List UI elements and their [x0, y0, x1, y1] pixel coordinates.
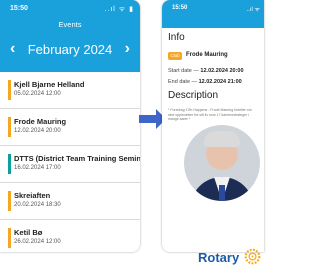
- event-color-tag: [8, 117, 11, 137]
- event-detail-phone-screen: 15:50 ..ıl ᯤ Info Club Frode Mauring Sta…: [162, 0, 264, 252]
- description-text: * Foredrag 17th Happens - Frode Mauring …: [168, 108, 252, 121]
- rotary-wheel-icon: [244, 248, 261, 265]
- rotary-logo-text: Rotary: [198, 250, 240, 265]
- list-item[interactable]: Skreiaften 20.02.2024 18:30: [0, 183, 140, 220]
- list-item[interactable]: Kjell Bjarne Helland 05.02.2024 12:00: [0, 72, 140, 109]
- status-time: 15:50: [10, 5, 28, 12]
- event-color-tag: [8, 228, 11, 248]
- status-time: 15:50: [172, 5, 188, 11]
- chevron-right-icon[interactable]: ›: [125, 40, 130, 58]
- month-label: February 2024: [27, 42, 113, 57]
- event-date: 20.02.2024 18:30: [14, 202, 61, 208]
- info-heading: Info: [168, 32, 185, 43]
- portrait-hair: [204, 131, 240, 147]
- event-color-tag: [8, 154, 11, 174]
- event-title: Frode Mauring: [186, 52, 228, 58]
- event-name: Skreiaften: [14, 191, 51, 200]
- event-name: Ketil Bø: [14, 228, 43, 237]
- arrow-right-icon: [139, 115, 157, 123]
- page-title: Events: [58, 20, 82, 29]
- event-name: Frode Mauring: [14, 117, 67, 126]
- list-item[interactable]: Ketil Bø 26.02.2024 12:00: [0, 220, 140, 252]
- portrait-tie: [219, 185, 225, 201]
- status-icons: ..ıl ᯤ ▮: [104, 6, 134, 13]
- description-heading: Description: [168, 90, 219, 101]
- event-color-tag: [8, 80, 11, 100]
- start-date-value: 12.02.2024 20:00: [200, 68, 244, 74]
- end-date-value: 12.02.2024 21:00: [198, 79, 242, 85]
- start-date-row: Start date — 12.02.2024 20:00: [168, 68, 244, 74]
- event-color-tag: [8, 191, 11, 211]
- event-name: Kjell Bjarne Helland: [14, 80, 85, 89]
- month-navigator: ‹ February 2024 ›: [0, 38, 140, 64]
- events-phone-screen: 15:50 ..ıl ᯤ ▮ Events ‹ February 2024 › …: [0, 0, 140, 252]
- event-date: 26.02.2024 12:00: [14, 239, 61, 245]
- status-bar: 15:50 ..ıl ᯤ ▮: [10, 5, 134, 15]
- event-date: 05.02.2024 12:00: [14, 91, 61, 97]
- detail-header: 15:50 ..ıl ᯤ: [162, 0, 264, 28]
- status-icons: ..ıl ᯤ: [246, 7, 260, 13]
- event-date: 12.02.2024 20:00: [14, 128, 61, 134]
- speaker-photo: [184, 125, 260, 201]
- list-item[interactable]: DTTS (District Team Training Semina 16.0…: [0, 146, 140, 183]
- event-date: 16.02.2024 17:00: [14, 165, 61, 171]
- end-date-label: End date: [168, 79, 191, 85]
- event-name: DTTS (District Team Training Semina: [14, 154, 140, 163]
- event-list: Kjell Bjarne Helland 05.02.2024 12:00 Fr…: [0, 72, 140, 252]
- club-badge: Club: [168, 52, 182, 60]
- list-item[interactable]: Frode Mauring 12.02.2024 20:00: [0, 109, 140, 146]
- start-date-label: Start date: [168, 68, 192, 74]
- end-date-row: End date — 12.02.2024 21:00: [168, 79, 242, 85]
